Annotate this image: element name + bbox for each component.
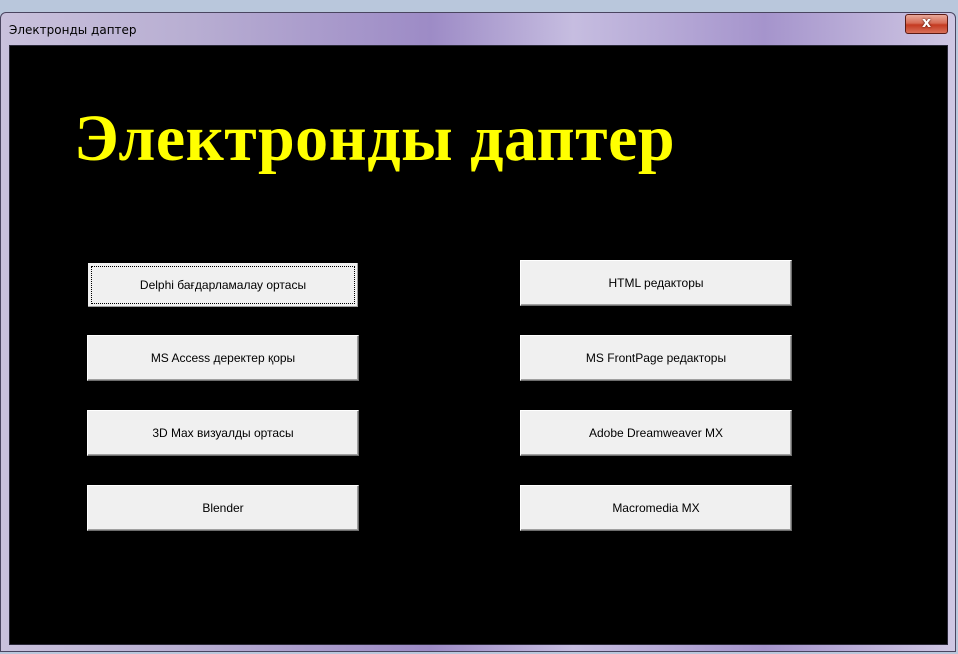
frontpage-button[interactable]: MS FrontPage редакторы: [520, 335, 792, 381]
ms-access-button-label: MS Access деректер қоры: [150, 351, 296, 365]
window-title: Электронды даптер: [9, 23, 137, 37]
client-area: Электронды даптер Delphi бағдарламалау о…: [9, 45, 948, 645]
html-editor-button[interactable]: HTML редакторы: [520, 260, 792, 306]
blender-button-label: Blender: [202, 501, 244, 515]
delphi-button-label: Delphi бағдарламалау ортасы: [139, 278, 307, 292]
title-bar[interactable]: Электронды даптер x: [1, 13, 955, 46]
html-editor-button-label: HTML редакторы: [608, 276, 704, 290]
app-window: Электронды даптер x Электронды даптер De…: [0, 12, 956, 652]
delphi-button[interactable]: Delphi бағдарламалау ортасы: [87, 262, 359, 308]
dreamweaver-button-label: Adobe Dreamweaver MX: [588, 426, 724, 440]
dreamweaver-button[interactable]: Adobe Dreamweaver MX: [520, 410, 792, 456]
page-title: Электронды даптер: [74, 102, 676, 175]
ms-access-button[interactable]: MS Access деректер қоры: [87, 335, 359, 381]
blender-button[interactable]: Blender: [87, 485, 359, 531]
3d-max-button-label: 3D Max визуалды ортасы: [152, 426, 294, 440]
close-button[interactable]: x: [905, 14, 948, 34]
close-icon: x: [921, 15, 932, 31]
frontpage-button-label: MS FrontPage редакторы: [585, 351, 727, 365]
macromedia-button[interactable]: Macromedia MX: [520, 485, 792, 531]
3d-max-button[interactable]: 3D Max визуалды ортасы: [87, 410, 359, 456]
macromedia-button-label: Macromedia MX: [612, 501, 700, 515]
